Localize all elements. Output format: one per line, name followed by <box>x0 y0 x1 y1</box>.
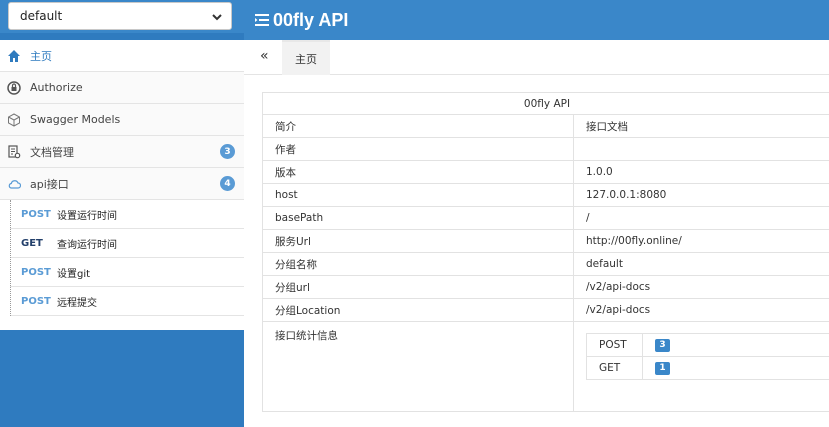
table-row: 版本 1.0.0 <box>262 160 829 184</box>
table-row: 接口统计信息 POST 3 GET 1 <box>262 321 829 412</box>
stats-cell: POST 3 GET 1 <box>573 321 829 412</box>
table-row: host 127.0.0.1:8080 <box>262 183 829 207</box>
stats-table: POST 3 GET 1 <box>586 333 829 380</box>
group-select[interactable]: default <box>8 2 232 30</box>
row-value: 接口文档 <box>573 114 829 138</box>
sidebar-item-api[interactable]: api接口 4 <box>0 168 244 200</box>
row-key: 简介 <box>262 114 574 138</box>
sidebar-item-label: 文档管理 <box>30 145 74 159</box>
info-table: 00fly API 简介 接口文档 作者 版本 1.0.0 host 127.0.0.… <box>262 92 829 412</box>
row-key: host <box>262 183 574 207</box>
api-label: 查询运行时间 <box>57 239 117 251</box>
stats-count-cell: 3 <box>642 333 829 357</box>
sidebar-item-label: Swagger Models <box>30 113 121 126</box>
table-row: 服务Url http://00fly.online/ <box>262 229 829 253</box>
api-item[interactable]: POST 远程提交 <box>10 287 244 316</box>
collapse-icon[interactable]: « <box>260 48 269 64</box>
app: default 主页 Authorize Swagger Models 文档管理… <box>0 0 829 427</box>
sidebar-menu: 主页 Authorize Swagger Models 文档管理 3 api接口… <box>0 40 244 330</box>
row-value: 1.0.0 <box>573 160 829 184</box>
table-row: 简介 接口文档 <box>262 114 829 138</box>
stats-count-cell: 1 <box>642 356 829 380</box>
sidebar-item-authorize[interactable]: Authorize <box>0 72 244 104</box>
row-value <box>573 137 829 161</box>
row-value: / <box>573 206 829 230</box>
tab-bar: « 主页 <box>244 40 829 75</box>
api-item[interactable]: POST 设置运行时间 <box>10 200 244 229</box>
method-label: GET <box>21 237 43 249</box>
stats-method: GET <box>586 356 643 380</box>
row-key: 接口统计信息 <box>262 321 574 412</box>
stats-method: POST <box>586 333 643 357</box>
count-badge: 4 <box>220 176 235 191</box>
row-key: 版本 <box>262 160 574 184</box>
method-label: POST <box>21 208 51 220</box>
sidebar-item-label: 主页 <box>30 49 52 63</box>
group-select-value: default <box>20 9 63 23</box>
row-value: default <box>573 252 829 276</box>
count-badge: 3 <box>655 339 670 352</box>
method-label: POST <box>21 295 51 307</box>
row-key: 作者 <box>262 137 574 161</box>
row-key: 分组名称 <box>262 252 574 276</box>
row-key: basePath <box>262 206 574 230</box>
cloud-icon <box>6 176 22 192</box>
table-row: 作者 <box>262 137 829 161</box>
row-value: /v2/api-docs <box>573 275 829 299</box>
table-row: 分组名称 default <box>262 252 829 276</box>
row-value: 127.0.0.1:8080 <box>573 183 829 207</box>
row-key: 分组Location <box>262 298 574 322</box>
api-label: 远程提交 <box>57 297 97 309</box>
sidebar-item-home[interactable]: 主页 <box>0 40 244 72</box>
count-badge: 3 <box>220 144 235 159</box>
row-key: 分组url <box>262 275 574 299</box>
cube-icon <box>6 112 22 128</box>
table-row: 分组Location/v2/api-docs <box>262 298 829 322</box>
api-list: POST 设置运行时间 GET 查询运行时间 POST 设置git POST 远… <box>0 200 244 316</box>
row-value: /v2/api-docs <box>573 298 829 322</box>
lock-icon <box>6 80 22 96</box>
sidebar-item-docs[interactable]: 文档管理 3 <box>0 136 244 168</box>
menu-toggle-icon[interactable] <box>254 12 270 28</box>
tab-home[interactable]: 主页 <box>282 40 330 75</box>
table-row: basePath / <box>262 206 829 230</box>
chevron-down-icon <box>212 14 222 21</box>
home-icon <box>6 48 22 64</box>
document-settings-icon <box>6 144 22 160</box>
header: 00fly API <box>244 0 829 40</box>
stats-row: POST 3 <box>586 333 829 357</box>
method-label: POST <box>21 266 51 278</box>
api-label: 设置运行时间 <box>57 210 117 222</box>
sidebar-item-label: api接口 <box>30 177 69 191</box>
sidebar-item-label: Authorize <box>30 81 83 94</box>
api-item[interactable]: GET 查询运行时间 <box>10 229 244 258</box>
row-key: 服务Url <box>262 229 574 253</box>
sidebar-top: default <box>0 0 244 33</box>
main-content: 00fly API 简介 接口文档 作者 版本 1.0.0 host 127.0.0.… <box>244 75 829 427</box>
api-item[interactable]: POST 设置git <box>10 258 244 287</box>
table-row: 分组url/v2/api-docs <box>262 275 829 299</box>
count-badge: 1 <box>655 362 670 375</box>
sidebar: default 主页 Authorize Swagger Models 文档管理… <box>0 0 244 427</box>
page-title: 00fly API <box>273 9 349 30</box>
row-value: http://00fly.online/ <box>573 229 829 253</box>
table-caption: 00fly API <box>262 92 829 115</box>
api-label: 设置git <box>57 268 91 280</box>
sidebar-item-swagger-models[interactable]: Swagger Models <box>0 104 244 136</box>
stats-row: GET 1 <box>586 356 829 380</box>
